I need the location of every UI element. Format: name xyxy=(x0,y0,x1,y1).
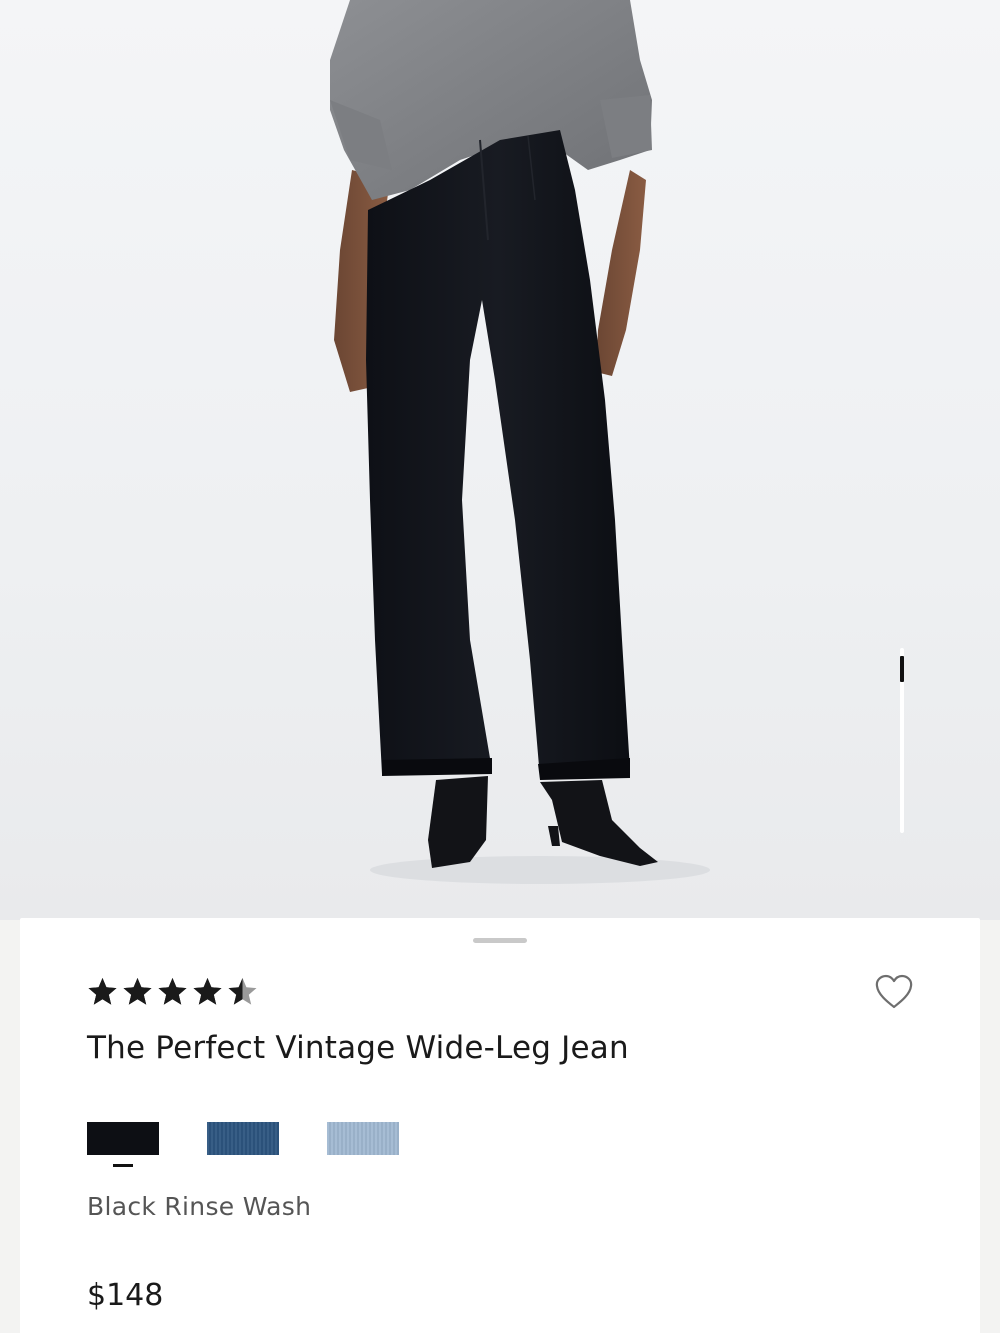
star-icon xyxy=(193,978,222,1005)
color-swatch[interactable] xyxy=(327,1122,399,1155)
swatch-color xyxy=(327,1122,399,1155)
swatch-color xyxy=(87,1122,159,1155)
star-icon xyxy=(88,978,117,1005)
color-swatch[interactable] xyxy=(207,1122,279,1155)
product-title: The Perfect Vintage Wide-Leg Jean xyxy=(87,1030,629,1066)
selected-color-name: Black Rinse Wash xyxy=(87,1192,312,1221)
product-info-sheet: The Perfect Vintage Wide-Leg Jean Black … xyxy=(20,918,980,1333)
color-swatch[interactable] xyxy=(87,1122,159,1167)
product-image[interactable] xyxy=(0,0,1000,920)
heart-outline-icon xyxy=(875,974,913,1009)
swatch-color xyxy=(207,1122,279,1155)
star-icon xyxy=(228,978,257,1005)
model-illustration xyxy=(330,0,710,884)
sheet-drag-handle[interactable] xyxy=(473,938,527,943)
star-icon xyxy=(123,978,152,1005)
star-rating[interactable] xyxy=(86,976,259,1008)
star-icon xyxy=(158,978,187,1005)
gallery-scroll-indicator[interactable] xyxy=(900,648,904,833)
product-price: $148 xyxy=(87,1278,164,1313)
color-swatches xyxy=(87,1122,399,1167)
gallery-scroll-thumb[interactable] xyxy=(900,656,904,682)
product-detail-page: The Perfect Vintage Wide-Leg Jean Black … xyxy=(0,0,1000,1333)
selected-swatch-indicator xyxy=(113,1164,133,1167)
wishlist-button[interactable] xyxy=(872,970,916,1014)
